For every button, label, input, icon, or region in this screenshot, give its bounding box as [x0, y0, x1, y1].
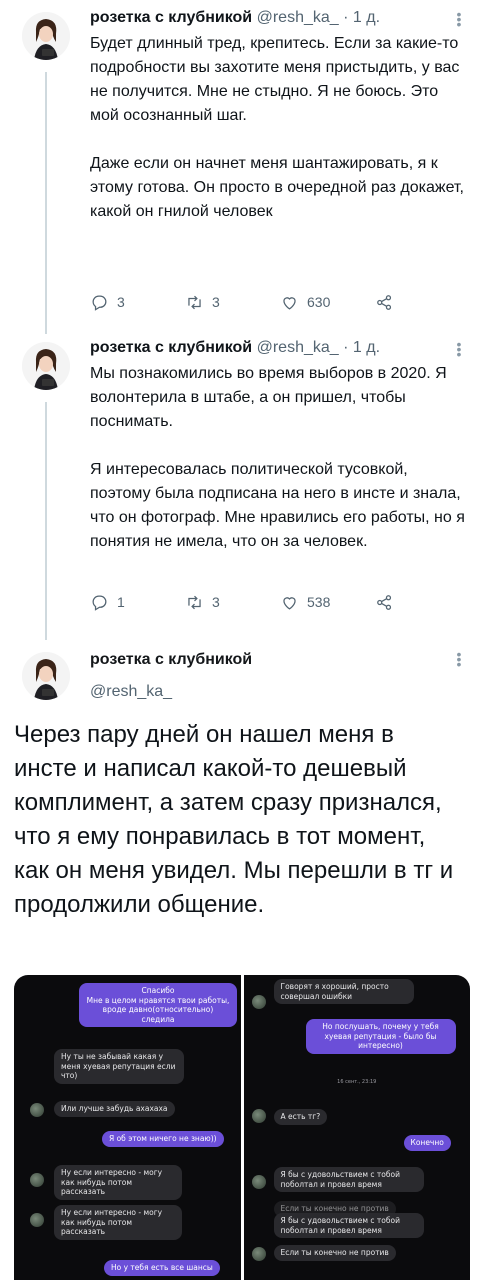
tweet-paragraph: Будет длинный тред, крепитесь. Если за к…	[90, 35, 460, 124]
retweet-button[interactable]: 3	[185, 293, 280, 312]
avatar-image	[22, 652, 70, 700]
chat-avatar	[30, 1103, 44, 1117]
chat-message: Ну если интересно - могу как нибудь пото…	[54, 1205, 182, 1240]
author-handle[interactable]: @resh_ka_	[257, 339, 339, 356]
like-button[interactable]: 538	[280, 593, 375, 612]
reply-count: 3	[117, 294, 125, 310]
tweet-actions: 3 3 630	[90, 290, 420, 314]
chat-message: Но послушать, почему у тебя хуевая репут…	[305, 1019, 456, 1054]
author-name[interactable]: розетка с клубникой	[90, 339, 252, 356]
tweet-header: розетка с клубникой @resh_ka_ · 1 д.	[90, 8, 470, 28]
tweet[interactable]: розетка с клубникой @resh_ka_ · 1 д. Мы …	[0, 330, 484, 630]
author-name[interactable]: розетка с клубникой	[90, 650, 252, 670]
retweet-button[interactable]: 3	[185, 593, 280, 612]
share-icon	[377, 594, 392, 610]
like-button[interactable]: 630	[280, 293, 375, 312]
like-count: 630	[307, 294, 331, 310]
more-icon[interactable]: • • •	[456, 647, 462, 671]
tweet-header: розетка с клубникой @resh_ka_ · 1 д.	[90, 338, 470, 358]
share-button[interactable]	[375, 593, 394, 612]
author-handle[interactable]: @resh_ka_	[257, 9, 339, 26]
chat-message: Говорят я хороший, просто совершал ошибк…	[273, 979, 414, 1004]
retweet-count: 3	[212, 594, 220, 610]
avatar-image	[22, 342, 70, 390]
like-icon	[283, 596, 296, 610]
chat-avatar	[30, 1213, 44, 1227]
avatar[interactable]	[22, 12, 70, 60]
chat-message: А есть тг?	[273, 1109, 328, 1125]
tweet-paragraph: Я интересовалась политической тусовкой, …	[90, 461, 465, 550]
avatar[interactable]	[22, 652, 70, 700]
chat-avatar	[251, 1247, 266, 1261]
reply-icon	[92, 295, 107, 311]
reply-button[interactable]: 3	[90, 293, 185, 312]
tweet-actions: 1 3 538	[90, 590, 420, 614]
reply-button[interactable]: 1	[90, 593, 185, 612]
share-icon	[377, 294, 392, 310]
chat-message: Если ты конечно не против	[273, 1245, 396, 1261]
like-count: 538	[307, 594, 331, 610]
reply-count: 1	[117, 594, 125, 610]
tweet-text: Будет длинный тред, крепитесь. Если за к…	[90, 32, 470, 224]
more-icon[interactable]: • • •	[456, 7, 462, 31]
avatar-image	[22, 12, 70, 60]
author-name[interactable]: розетка с клубникой	[90, 9, 252, 26]
chat-avatar	[30, 1173, 44, 1187]
tweet[interactable]: розетка с клубникой @resh_ka_ · 1 д. Буд…	[0, 0, 484, 320]
tweet-text: Мы познакомились во время выборов в 2020…	[90, 362, 470, 554]
share-button[interactable]	[375, 293, 394, 312]
retweet-icon	[188, 295, 201, 309]
chat-message: Я бы с удовольствием с тобой поболтал и …	[273, 1213, 424, 1238]
chat-message: Спасибо Мне в целом нравятся твои работы…	[79, 983, 237, 1027]
media-attachments: Спасибо Мне в целом нравятся твои работы…	[14, 975, 470, 1280]
chat-screenshot-left[interactable]: Спасибо Мне в целом нравятся твои работы…	[14, 975, 241, 1280]
author-handle[interactable]: @resh_ka_	[90, 682, 252, 702]
chat-message: Я об этом ничего не знаю))	[102, 1131, 224, 1147]
chat-message: Конечно	[403, 1135, 451, 1151]
chat-message: Я бы с удовольствием с тобой поболтал и …	[273, 1167, 424, 1192]
retweet-icon	[188, 595, 201, 609]
chat-avatar	[251, 995, 266, 1009]
main-tweet-text: Через пару дней он нашел меня в инсте и …	[14, 721, 454, 918]
retweet-count: 3	[212, 294, 220, 310]
chat-message: Ну ты не забывай какая у меня хуевая реп…	[54, 1049, 184, 1084]
tweet-time[interactable]: · 1 д.	[343, 9, 380, 26]
tweet-paragraph: Мы познакомились во время выборов в 2020…	[90, 365, 447, 430]
chat-message: Или лучше забудь ахахаха	[54, 1101, 175, 1117]
chat-avatar	[251, 1175, 266, 1189]
reply-icon	[92, 595, 107, 611]
chat-date: 16 сент., 23:19	[337, 1079, 377, 1085]
chat-message: Ну если интересно - могу как нибудь пото…	[54, 1165, 182, 1200]
like-icon	[283, 296, 296, 310]
avatar[interactable]	[22, 342, 70, 390]
chat-message: Но у тебя есть все шансы	[104, 1260, 220, 1276]
more-icon[interactable]: • • •	[456, 337, 462, 361]
tweet-time[interactable]: · 1 д.	[343, 339, 380, 356]
tweet-paragraph: Даже если он начнет меня шантажировать, …	[90, 155, 464, 220]
chat-screenshot-right[interactable]: Говорят я хороший, просто совершал ошибк…	[243, 975, 470, 1280]
chat-avatar	[251, 1109, 266, 1123]
